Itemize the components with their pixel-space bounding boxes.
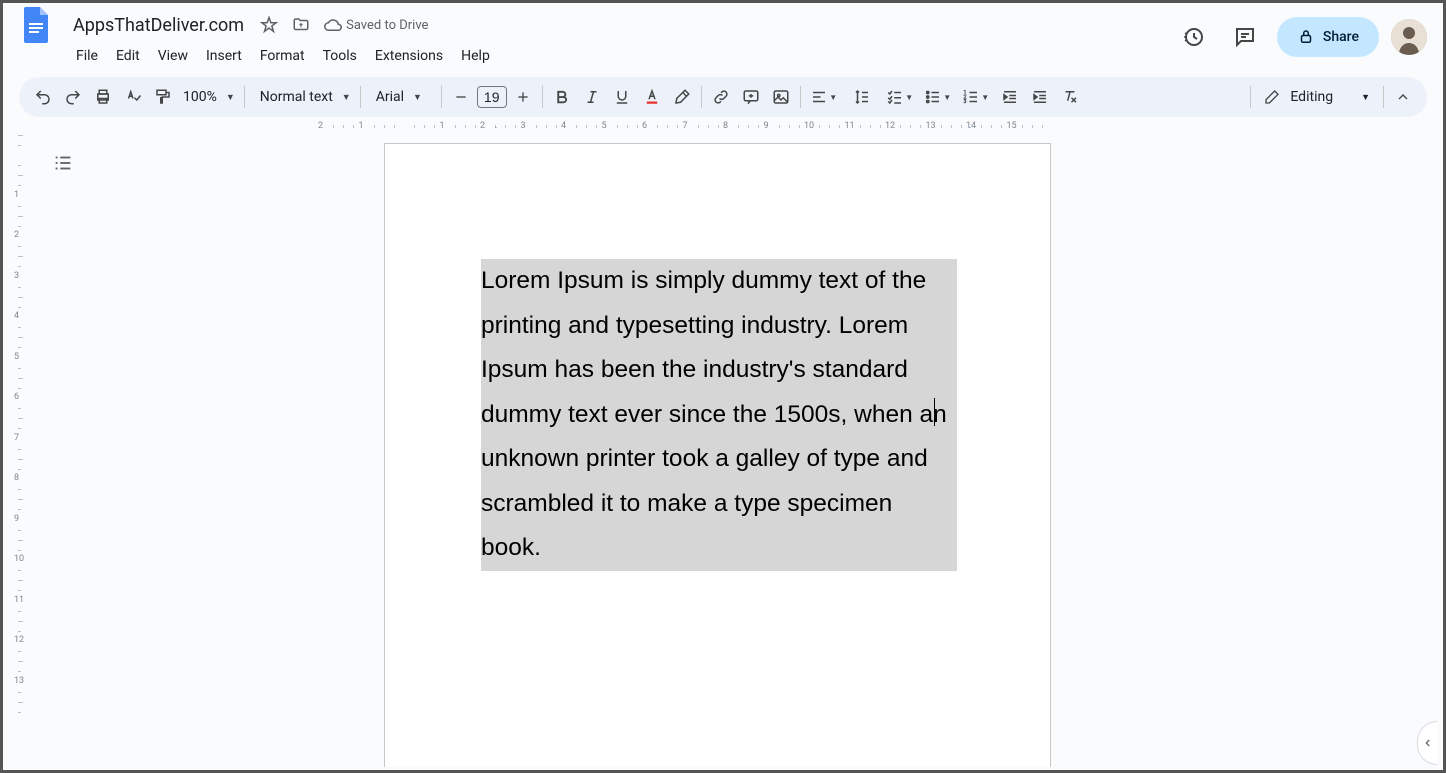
separator (800, 86, 801, 108)
paint-format-button[interactable] (149, 83, 177, 111)
move-icon[interactable] (288, 12, 314, 38)
header-right: Share (1173, 17, 1427, 57)
menu-extensions[interactable]: Extensions (366, 44, 452, 68)
separator (542, 86, 543, 108)
toolbar-right: Editing ▼ (1247, 83, 1417, 111)
font-dropdown[interactable]: Arial▼ (366, 83, 436, 111)
fontsize-input[interactable] (477, 86, 507, 108)
text-color-button[interactable] (638, 83, 666, 111)
number-list-button[interactable]: 123▼ (958, 83, 994, 111)
menu-help[interactable]: Help (452, 44, 499, 68)
comment-button[interactable] (737, 83, 765, 111)
toolbar: 100%▼ Normal text▼ Arial▼ ▼ ▼ ▼ 123▼ (19, 77, 1427, 117)
separator (441, 86, 442, 108)
menu-tools[interactable]: Tools (314, 44, 366, 68)
star-icon[interactable] (256, 12, 282, 38)
share-label: Share (1323, 29, 1359, 45)
checklist-button[interactable]: ▼ (882, 83, 918, 111)
separator (360, 86, 361, 108)
page[interactable]: Lorem Ipsum is simply dummy text of the … (384, 143, 1051, 767)
align-button[interactable]: ▼ (806, 83, 842, 111)
image-button[interactable] (767, 83, 795, 111)
separator (1250, 86, 1251, 108)
menu-edit[interactable]: Edit (107, 44, 149, 68)
separator (701, 86, 702, 108)
zoom-dropdown[interactable]: 100%▼ (179, 83, 239, 111)
indent-button[interactable] (1026, 83, 1054, 111)
underline-button[interactable] (608, 83, 636, 111)
italic-button[interactable] (578, 83, 606, 111)
undo-button[interactable] (29, 83, 57, 111)
bold-button[interactable] (548, 83, 576, 111)
fontsize-decrease-button[interactable] (447, 83, 475, 111)
print-button[interactable] (89, 83, 117, 111)
document-body[interactable]: Lorem Ipsum is simply dummy text of the … (481, 259, 957, 571)
avatar[interactable] (1391, 19, 1427, 55)
outdent-button[interactable] (996, 83, 1024, 111)
ruler-vertical[interactable]: 2112345678910111213 (6, 138, 36, 767)
spellcheck-button[interactable] (119, 83, 147, 111)
outline-toggle-button[interactable] (48, 148, 78, 178)
editing-mode-button[interactable]: Editing ▼ (1256, 83, 1378, 111)
bullet-list-button[interactable]: ▼ (920, 83, 956, 111)
highlight-button[interactable] (668, 83, 696, 111)
menu-file[interactable]: File (67, 44, 107, 68)
menu-format[interactable]: Format (251, 44, 314, 68)
saved-status[interactable]: Saved to Drive (324, 16, 428, 34)
fontsize-increase-button[interactable] (509, 83, 537, 111)
style-dropdown[interactable]: Normal text▼ (250, 83, 355, 111)
collapse-toolbar-button[interactable] (1389, 83, 1417, 111)
docs-logo[interactable] (19, 7, 55, 43)
separator (1383, 86, 1384, 108)
side-panel-expand-button[interactable] (1417, 721, 1437, 765)
saved-status-text: Saved to Drive (346, 18, 428, 33)
canvas: 2112345678910111213 Lorem Ipsum is simpl… (6, 128, 1440, 767)
text-cursor (934, 398, 935, 426)
document-title[interactable]: AppsThatDeliver.com (67, 13, 250, 38)
redo-button[interactable] (59, 83, 87, 111)
line-spacing-button[interactable] (844, 83, 880, 111)
history-icon[interactable] (1173, 17, 1213, 57)
svg-text:3: 3 (964, 99, 967, 105)
comments-icon[interactable] (1225, 17, 1265, 57)
link-button[interactable] (707, 83, 735, 111)
menu-insert[interactable]: Insert (197, 44, 251, 68)
share-button[interactable]: Share (1277, 17, 1379, 57)
header: AppsThatDeliver.com Saved to Drive File … (3, 3, 1443, 71)
menu-view[interactable]: View (149, 44, 197, 68)
separator (244, 86, 245, 108)
clear-format-button[interactable] (1056, 83, 1084, 111)
